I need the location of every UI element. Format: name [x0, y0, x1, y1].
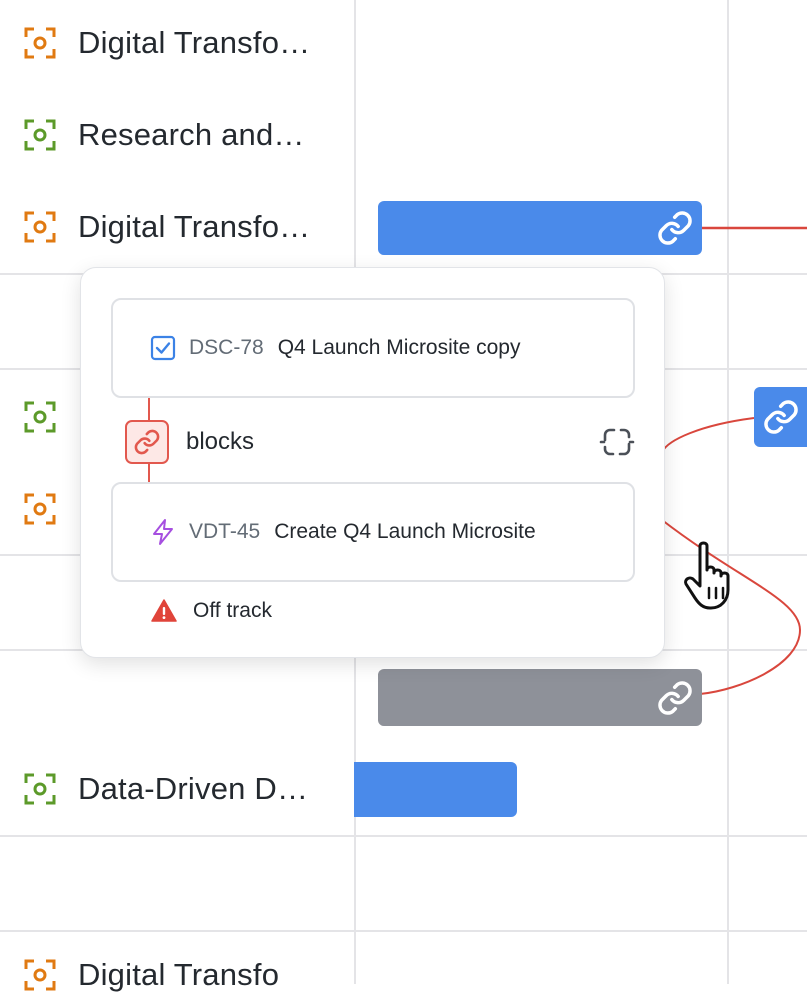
epic-row-label[interactable]: Data-Driven D…	[22, 769, 308, 809]
row-divider	[0, 835, 807, 837]
epic-row-name: Research and…	[78, 117, 305, 152]
epic-row-label[interactable]: Digital Transfo…	[22, 207, 310, 247]
epic-row-label[interactable]	[22, 489, 78, 529]
relation-badge	[125, 420, 169, 464]
dependency-status: Off track	[151, 598, 272, 624]
target-issue-title: Create Q4 Launch Microsite	[274, 520, 536, 543]
epic-focus-icon	[24, 27, 56, 59]
lightning-icon	[153, 519, 173, 545]
epic-focus-icon	[24, 211, 56, 243]
link-icon[interactable]	[656, 209, 694, 247]
epic-focus-icon	[24, 119, 56, 151]
epic-focus-icon	[24, 959, 56, 991]
status-label: Off track	[193, 599, 272, 622]
epic-row-name: Digital Transfo	[78, 957, 280, 992]
epic-row-label[interactable]: Digital Transfo	[22, 955, 279, 995]
checkbox-icon	[150, 335, 176, 361]
link-icon[interactable]	[656, 679, 694, 717]
relation-row: blocks	[125, 420, 635, 464]
epic-row-label[interactable]: Research and…	[22, 115, 305, 155]
relation-label: blocks	[186, 428, 255, 455]
relation-stem	[148, 464, 150, 482]
timeline-bar[interactable]	[378, 201, 702, 255]
epic-focus-icon	[24, 773, 56, 805]
row-divider	[0, 930, 807, 932]
link-icon	[134, 429, 160, 455]
source-issue-card[interactable]: DSC-78 Q4 Launch Microsite copy	[111, 298, 635, 398]
epic-row-name: Data-Driven D…	[78, 771, 309, 806]
hand-pointer-cursor	[684, 541, 730, 610]
target-issue-key: VDT-45	[189, 520, 261, 543]
epic-focus-icon	[24, 493, 56, 525]
target-issue-card[interactable]: VDT-45 Create Q4 Launch Microsite	[111, 482, 635, 582]
dependency-popup: DSC-78 Q4 Launch Microsite copy blocks V…	[80, 267, 665, 658]
timeline-bar[interactable]	[354, 762, 517, 817]
relation-stem	[148, 398, 150, 420]
source-issue-key: DSC-78	[189, 336, 264, 359]
link-icon[interactable]	[762, 398, 800, 436]
epic-row-name: Digital Transfo…	[78, 25, 311, 60]
epic-row-label[interactable]	[22, 397, 78, 437]
epic-row-label[interactable]: Digital Transfo…	[22, 23, 310, 63]
epic-row-name: Digital Transfo…	[78, 209, 311, 244]
source-issue-title: Q4 Launch Microsite copy	[277, 336, 521, 359]
dependency-curve	[661, 417, 755, 453]
unlink-icon[interactable]	[599, 424, 635, 460]
warning-icon	[151, 599, 177, 622]
timeline-bar[interactable]	[378, 669, 702, 726]
epic-focus-icon	[24, 401, 56, 433]
timeline-bar[interactable]	[754, 387, 807, 447]
